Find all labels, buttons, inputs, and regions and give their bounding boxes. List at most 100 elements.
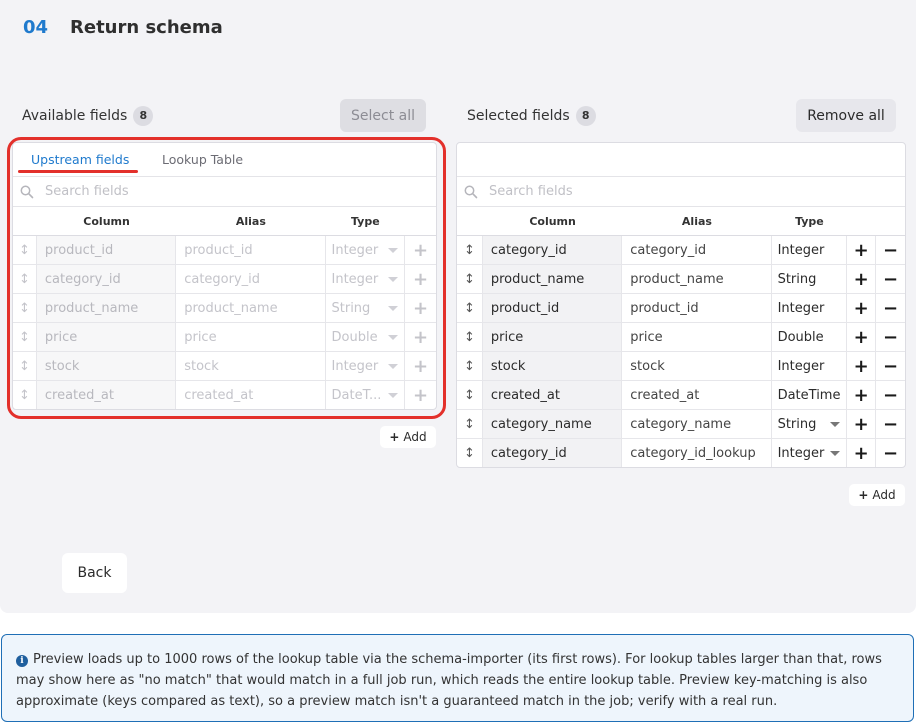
type-select[interactable]: Integer (772, 352, 848, 380)
available-fields-title: Available fields (22, 108, 128, 124)
add-field-button[interactable]: + (847, 236, 877, 264)
alias-input[interactable]: product_id (176, 236, 326, 264)
drag-handle[interactable]: ↕ (457, 236, 483, 264)
remove-field-button[interactable]: − (876, 236, 905, 264)
alias-input[interactable]: product_name (176, 294, 326, 322)
drag-handle-icon: ↕ (463, 358, 475, 374)
remove-field-button[interactable]: − (876, 352, 905, 380)
plus-icon: + (413, 239, 429, 261)
table-row: ↕ created_at created_at DateTime + − (457, 381, 905, 410)
drag-handle[interactable]: ↕ (457, 439, 483, 467)
minus-icon: − (883, 297, 899, 319)
add-field-button[interactable]: + (405, 294, 436, 322)
add-field-button[interactable]: + (405, 236, 436, 264)
step-number: 04 (23, 17, 49, 38)
add-field-button[interactable]: + (847, 439, 877, 467)
table-row: ↕ category_id category_id Integer + (13, 265, 436, 294)
type-select[interactable]: Integer (772, 439, 848, 467)
column-cell: product_id (36, 236, 177, 264)
type-value: Integer (777, 242, 825, 258)
plus-icon: + (413, 297, 429, 319)
alias-input[interactable]: stock (176, 352, 326, 380)
drag-handle[interactable]: ↕ (13, 381, 37, 409)
remove-all-button[interactable]: Remove all (796, 99, 896, 132)
alias-input[interactable]: category_name (622, 410, 772, 438)
type-value: String (777, 271, 817, 287)
remove-field-button[interactable]: − (876, 439, 905, 467)
back-button[interactable]: Back (62, 553, 127, 593)
alias-input[interactable]: price (176, 323, 326, 351)
type-select[interactable]: Double (772, 323, 848, 351)
add-field-button[interactable]: + (847, 323, 877, 351)
drag-handle[interactable]: ↕ (457, 323, 483, 351)
plus-icon: + (413, 326, 429, 348)
add-field-button[interactable]: + (847, 381, 877, 409)
chevron-down-icon (388, 334, 399, 340)
drag-handle[interactable]: ↕ (457, 352, 483, 380)
remove-field-button[interactable]: − (876, 323, 905, 351)
add-field-button[interactable]: + (405, 265, 436, 293)
alias-input[interactable]: category_id (176, 265, 326, 293)
add-field-button[interactable]: + (847, 352, 877, 380)
drag-handle[interactable]: ↕ (13, 323, 37, 351)
chevron-down-icon (388, 392, 399, 398)
alias-input[interactable]: product_id (622, 294, 772, 322)
type-header: Type (350, 214, 380, 228)
type-select[interactable]: Integer (326, 236, 406, 264)
table-row: ↕ category_id category_id_lookup Integer + − (457, 439, 905, 467)
type-select[interactable]: DateTime (772, 381, 848, 409)
remove-field-button[interactable]: − (876, 294, 905, 322)
add-field-button[interactable]: + (405, 352, 436, 380)
type-select[interactable]: String (326, 294, 406, 322)
add-field-button[interactable]: + (847, 294, 877, 322)
type-select[interactable]: Double (326, 323, 406, 351)
drag-handle[interactable]: ↕ (457, 294, 483, 322)
add-field-button[interactable]: + (847, 265, 877, 293)
add-field-button[interactable]: + (847, 410, 877, 438)
selected-add-button[interactable]: + Add (849, 484, 905, 506)
tab-lookup-table[interactable]: Lookup Table (162, 152, 243, 167)
drag-handle[interactable]: ↕ (13, 352, 37, 380)
drag-handle[interactable]: ↕ (13, 236, 37, 264)
alias-input[interactable]: product_name (622, 265, 772, 293)
type-select[interactable]: Integer (326, 265, 406, 293)
type-select[interactable]: Integer (326, 352, 406, 380)
alias-input[interactable]: created_at (622, 381, 772, 409)
available-add-button[interactable]: + Add (380, 426, 436, 448)
chevron-down-icon (388, 276, 399, 282)
table-row: ↕ stock stock Integer + (13, 352, 436, 381)
step-title: Return schema (70, 17, 223, 38)
column-cell: category_id (482, 439, 623, 467)
tab-upstream-fields[interactable]: Upstream fields (31, 152, 129, 167)
plus-icon: + (853, 384, 869, 406)
drag-handle-icon: ↕ (463, 242, 475, 258)
type-select[interactable]: String (772, 265, 848, 293)
selected-search-input[interactable] (487, 183, 787, 200)
alias-input[interactable]: category_id (622, 236, 772, 264)
available-search-input[interactable] (43, 183, 343, 200)
select-all-button[interactable]: Select all (340, 99, 426, 132)
alias-input[interactable]: created_at (176, 381, 326, 409)
type-select[interactable]: DateT... (326, 381, 406, 409)
remove-field-button[interactable]: − (876, 410, 905, 438)
drag-handle[interactable]: ↕ (13, 294, 37, 322)
remove-field-button[interactable]: − (876, 381, 905, 409)
alias-header: Alias (681, 214, 712, 228)
info-notice: i Preview loads up to 1000 rows of the lo… (1, 634, 914, 722)
remove-field-button[interactable]: − (876, 265, 905, 293)
alias-input[interactable]: category_id_lookup (622, 439, 772, 467)
column-cell: created_at (36, 381, 177, 409)
add-field-button[interactable]: + (405, 381, 436, 409)
type-select[interactable]: String (772, 410, 848, 438)
drag-handle[interactable]: ↕ (457, 381, 483, 409)
column-cell: product_name (36, 294, 177, 322)
add-field-button[interactable]: + (405, 323, 436, 351)
alias-input[interactable]: price (622, 323, 772, 351)
drag-handle[interactable]: ↕ (457, 265, 483, 293)
drag-handle[interactable]: ↕ (13, 265, 37, 293)
drag-handle[interactable]: ↕ (457, 410, 483, 438)
table-row: ↕ product_id product_id Integer + (13, 236, 436, 265)
type-select[interactable]: Integer (772, 294, 848, 322)
alias-input[interactable]: stock (622, 352, 772, 380)
type-select[interactable]: Integer (772, 236, 848, 264)
